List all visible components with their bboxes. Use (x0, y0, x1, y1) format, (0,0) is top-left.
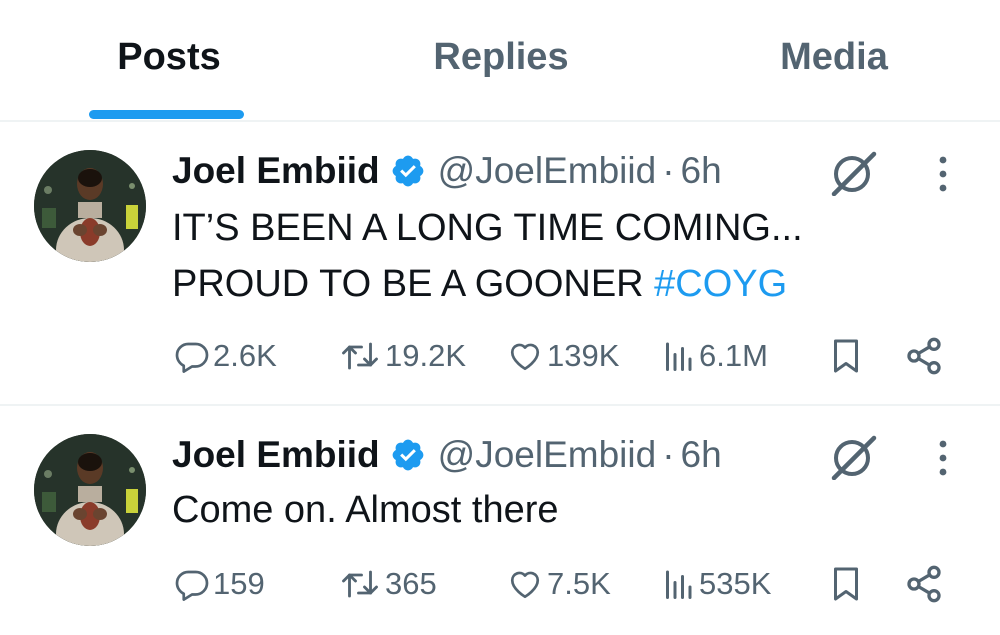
active-tab-indicator (89, 110, 244, 119)
tweet-text-line: PROUD TO BE A GOONER #COYG (172, 256, 803, 312)
tweet-text-segment: PROUD TO BE A GOONER (172, 263, 655, 305)
reply-icon (175, 570, 209, 601)
tweet[interactable]: Joel Embiid @JoelEmbiid · 6h IT’S BEEN A… (0, 124, 1000, 406)
tweet-actions: 159 365 7.5K 535K (172, 562, 962, 606)
verified-badge-icon (392, 155, 424, 187)
views-icon (666, 570, 692, 599)
author-handle[interactable]: @JoelEmbiid (438, 434, 657, 476)
verified-badge-icon (392, 439, 424, 471)
share-button[interactable] (904, 334, 944, 378)
avatar-image (34, 150, 146, 262)
like-count: 7.5K (547, 566, 611, 601)
like-count: 139K (547, 338, 620, 373)
repost-count: 365 (385, 566, 437, 601)
separator-dot: · (662, 150, 675, 191)
hashtag-link[interactable]: #COYG (654, 263, 787, 305)
tab-posts[interactable]: Posts (86, 36, 252, 79)
tweet-actions: 2.6K 19.2K 139K 6.1M (172, 334, 962, 378)
tab-media[interactable]: Media (750, 36, 918, 79)
timestamp[interactable]: 6h (681, 150, 722, 192)
share-icon (907, 565, 941, 603)
avatar[interactable] (34, 150, 146, 262)
share-button[interactable] (904, 562, 944, 606)
reply-count: 159 (213, 566, 265, 601)
author-handle[interactable]: @JoelEmbiid (438, 150, 657, 192)
like-icon (510, 571, 540, 599)
views-icon (666, 342, 692, 371)
share-icon (907, 337, 941, 375)
bookmark-icon (834, 567, 858, 601)
more-icon[interactable] (928, 152, 958, 196)
like-icon (510, 343, 540, 371)
author-name[interactable]: Joel Embiid (172, 434, 380, 476)
grok-icon[interactable] (826, 150, 880, 196)
grok-icon[interactable] (826, 434, 880, 480)
reply-button[interactable]: 159 (174, 562, 265, 606)
tweet-text: Come on. Almost there (172, 482, 559, 538)
tweet-header: Joel Embiid @JoelEmbiid · 6h (172, 430, 722, 480)
like-button[interactable]: 139K (506, 334, 619, 378)
bookmark-button[interactable] (828, 334, 864, 378)
tweet-text-line: Come on. Almost there (172, 489, 559, 531)
views-button[interactable]: 6.1M (660, 334, 768, 378)
tweet[interactable]: Joel Embiid @JoelEmbiid · 6h Come on. Al… (0, 408, 1000, 635)
views-button[interactable]: 535K (660, 562, 771, 606)
views-count: 6.1M (699, 338, 768, 373)
retweet-icon (342, 342, 378, 370)
tab-replies[interactable]: Replies (412, 36, 590, 79)
repost-count: 19.2K (385, 338, 467, 373)
like-button[interactable]: 7.5K (506, 562, 611, 606)
reply-icon (175, 342, 209, 373)
tweet-text: IT’S BEEN A LONG TIME COMING... PROUD TO… (172, 200, 803, 312)
profile-tabs: Posts Replies Media (0, 0, 1000, 122)
reply-button[interactable]: 2.6K (174, 334, 277, 378)
bookmark-icon (834, 339, 858, 373)
avatar[interactable] (34, 434, 146, 546)
retweet-icon (342, 570, 378, 598)
more-icon[interactable] (928, 436, 958, 480)
repost-button[interactable]: 365 (338, 562, 437, 606)
repost-button[interactable]: 19.2K (338, 334, 466, 378)
reply-count: 2.6K (213, 338, 277, 373)
tweet-text-line: IT’S BEEN A LONG TIME COMING... (172, 207, 803, 249)
separator-dot: · (662, 434, 675, 475)
bookmark-button[interactable] (828, 562, 864, 606)
views-count: 535K (699, 566, 772, 601)
author-name[interactable]: Joel Embiid (172, 150, 380, 192)
timestamp[interactable]: 6h (681, 434, 722, 476)
tweet-header: Joel Embiid @JoelEmbiid · 6h (172, 146, 722, 196)
avatar-image (34, 434, 146, 546)
